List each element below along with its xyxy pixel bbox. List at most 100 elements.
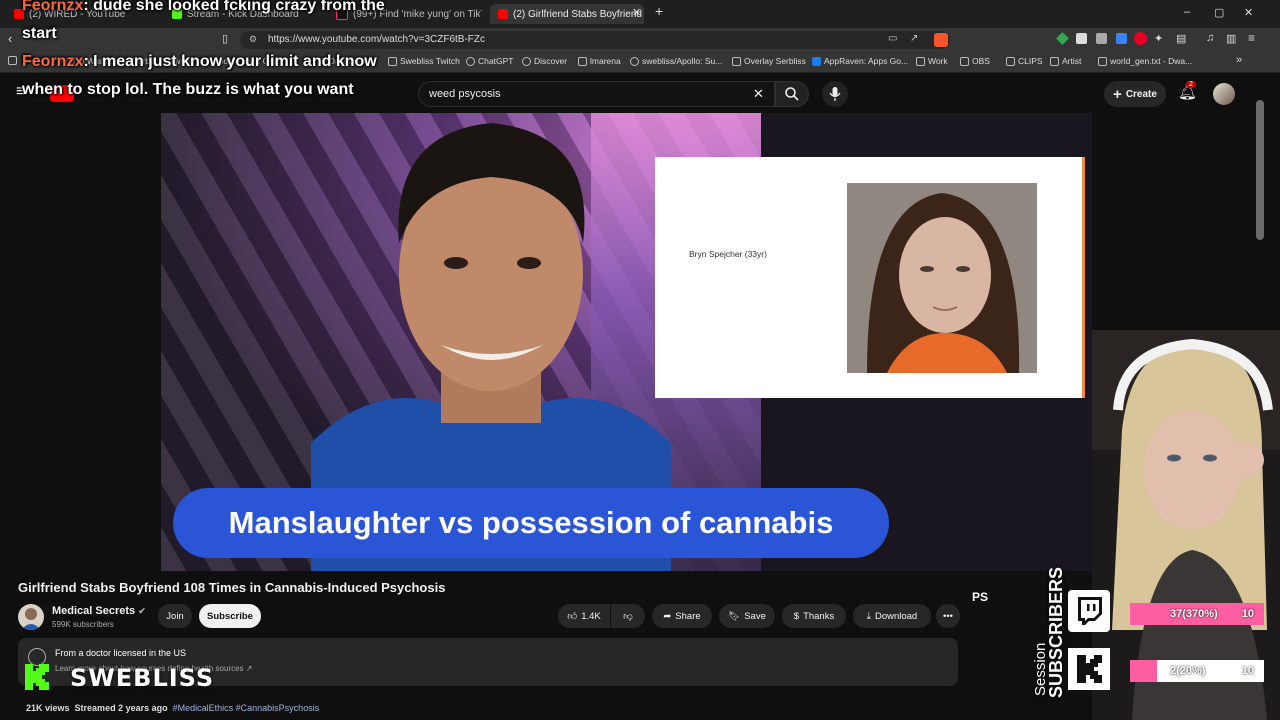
video-title: Girlfriend Stabs Boyfriend 108 Times in …	[18, 580, 446, 595]
bookmark-item[interactable]: AppRaven: Apps Go...	[812, 56, 908, 66]
share-page-icon[interactable]: ↗	[910, 33, 918, 44]
page-scrollbar[interactable]	[1256, 100, 1264, 240]
health-source-label: From a doctor licensed in the US	[55, 648, 187, 658]
github-icon	[630, 56, 639, 66]
thanks-button[interactable]: $ Thanks	[782, 604, 846, 628]
folder-icon	[960, 56, 969, 66]
search-icon	[785, 87, 799, 101]
slide-person-name: Bryn Spejcher (33yr)	[689, 249, 767, 259]
bookmark-icon: 🔖︎	[728, 610, 741, 622]
twitch-sub-goal-bar: 37(370%) 10	[1130, 603, 1264, 625]
kick-sub-goal-bar: 2(20%) 10	[1130, 660, 1264, 682]
bookmark-item[interactable]: lmarena	[578, 56, 621, 66]
extension-icon[interactable]	[1076, 33, 1087, 44]
share-arrow-icon: ➦	[663, 610, 672, 622]
music-icon[interactable]: ♫	[1206, 32, 1214, 44]
folder-icon	[1006, 56, 1015, 66]
minimize-button[interactable]: –	[1184, 6, 1190, 18]
kick-icon	[1068, 648, 1110, 690]
twitch-goal-target: 10	[1241, 608, 1254, 620]
twitch-goal-progress: 37(370%)	[1170, 608, 1218, 620]
voice-search-button[interactable]	[822, 81, 848, 107]
mugshot-image	[847, 183, 1037, 373]
share-button[interactable]: ➦ Share	[652, 604, 712, 628]
bookmark-folder[interactable]: Work	[916, 56, 948, 66]
thumbs-down-icon: 👎︎	[623, 611, 633, 622]
close-tab-icon[interactable]: ✕	[632, 6, 641, 19]
new-tab-button[interactable]: +	[655, 3, 663, 19]
bookmark-item[interactable]: swebliss/Apollo: Su...	[630, 56, 722, 66]
bookmark-folder[interactable]: OBS	[960, 56, 990, 66]
extension-icon[interactable]	[1116, 33, 1127, 44]
back-icon[interactable]: ‹	[8, 31, 12, 46]
anchor-icon	[732, 56, 741, 66]
file-icon	[1098, 56, 1107, 66]
chat-username: Feornzx	[22, 0, 84, 14]
join-button[interactable]: Join	[158, 604, 192, 628]
bookmark-item[interactable]	[8, 56, 17, 65]
subscriber-count: 599K subscribers	[52, 620, 114, 629]
session-subscribers-widget: Session SUBSCRIBERS	[1028, 567, 1066, 700]
notification-count-badge: 2	[1186, 81, 1196, 88]
search-input[interactable]: weed psycosis ✕	[418, 81, 775, 107]
subscribers-label: SUBSCRIBERS	[1046, 566, 1066, 698]
video-hashtags[interactable]: #MedicalEthics #CannabisPsychosis	[173, 703, 320, 713]
folder-icon	[916, 56, 925, 66]
bookmark-item[interactable]: Discover	[522, 56, 567, 66]
bookmarks-overflow[interactable]: »	[1236, 54, 1242, 66]
more-actions-button[interactable]: •••	[936, 604, 960, 628]
chat-message: Feornzx: I mean just know your limit and…	[22, 48, 422, 104]
video-player[interactable]: Bryn Spejcher (33yr) Manslaughter vs pos…	[161, 113, 1092, 571]
menu-icon[interactable]: ≡	[1248, 31, 1255, 45]
video-meta-line: 21K views Streamed 2 years ago #MedicalE…	[26, 703, 320, 713]
bookmark-item[interactable]: Overlay Serbliss	[732, 56, 806, 66]
save-button[interactable]: 🔖︎ Save	[719, 604, 775, 628]
chat-message: Feornzx: dude she looked fcking crazy fr…	[22, 0, 422, 48]
bookmark-item[interactable]: world_gen.txt - Dwa...	[1098, 56, 1192, 66]
thumbs-up-icon: 👍︎	[567, 611, 578, 622]
microphone-icon	[829, 87, 841, 101]
chat-overlay: Feornzx: dude she looked fcking crazy fr…	[22, 0, 422, 104]
like-button[interactable]: 👍︎ 1.4K	[558, 604, 610, 628]
youtube-icon	[498, 9, 508, 19]
kick-goal-progress: 2(20%)	[1170, 665, 1206, 677]
channel-name[interactable]: Medical Secrets ✔	[52, 605, 146, 617]
appraven-icon	[812, 56, 821, 66]
lmarena-icon	[578, 56, 587, 66]
folder-icon	[1050, 56, 1059, 66]
maximize-button[interactable]: ▢	[1214, 6, 1224, 19]
bookmark-folder[interactable]: Artist	[1050, 56, 1081, 66]
folder-icon	[8, 56, 17, 65]
brave-shield-icon[interactable]	[934, 33, 948, 47]
search-button[interactable]	[775, 81, 809, 107]
extension-icon[interactable]	[1096, 33, 1107, 44]
extension-icon[interactable]	[1056, 32, 1069, 45]
chat-username: Feornzx	[22, 53, 84, 70]
download-icon: ⤓	[866, 610, 871, 622]
kick-goal-target: 10	[1241, 665, 1254, 677]
panel-icon[interactable]: ▥	[1226, 32, 1236, 45]
twitch-icon	[1078, 597, 1102, 625]
verified-check-icon: ✔	[138, 606, 146, 616]
sidebar-icon[interactable]: ▤	[1176, 32, 1186, 45]
thanks-icon: $	[793, 610, 800, 622]
close-window-button[interactable]: ✕	[1244, 6, 1253, 19]
account-avatar[interactable]	[1213, 83, 1235, 105]
twitch-logo	[1068, 590, 1110, 632]
cast-icon[interactable]: ▭	[888, 33, 897, 44]
clear-search-icon[interactable]: ✕	[753, 86, 764, 102]
pinterest-icon[interactable]	[1134, 32, 1147, 45]
download-button[interactable]: ⤓ Download	[853, 604, 931, 628]
channel-avatar[interactable]	[18, 604, 44, 630]
bookmark-item[interactable]: ChatGPT	[466, 56, 513, 66]
create-button[interactable]: + Create	[1104, 81, 1166, 107]
discover-icon	[522, 56, 531, 66]
kick-logo-badge	[1068, 648, 1110, 690]
dislike-button[interactable]: 👎︎	[611, 604, 645, 628]
subscribe-button[interactable]: Subscribe	[199, 604, 261, 628]
tab-girlfriend-video[interactable]: (2) Girlfriend Stabs Boyfriend 108	[490, 4, 644, 24]
puzzle-icon[interactable]: ✦	[1154, 32, 1163, 45]
bookmark-folder[interactable]: CLIPS	[1006, 56, 1043, 66]
ps-label: PS	[972, 590, 989, 604]
chatgpt-icon	[466, 56, 475, 66]
